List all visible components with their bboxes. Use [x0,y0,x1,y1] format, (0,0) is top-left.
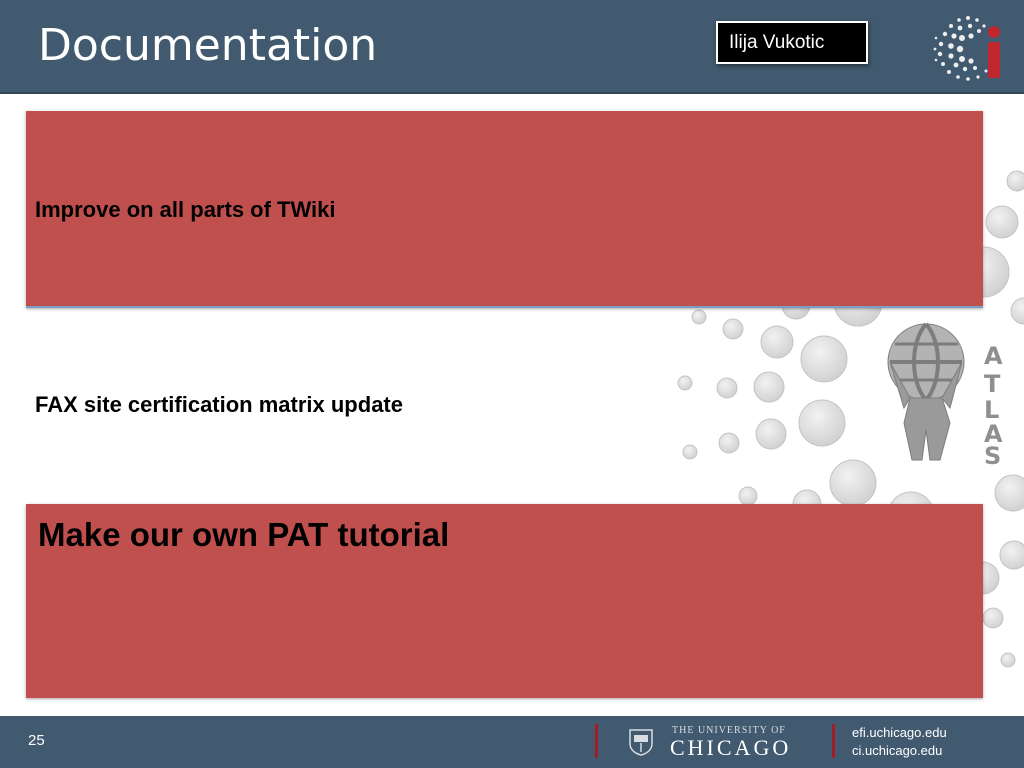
bullet-text: Improve on all parts of TWiki [35,197,336,222]
atlas-letter: A [984,342,1003,370]
slide-footer: 25 THE UNIVERSITY OF CHICAGO efi.uchicag… [0,716,1024,768]
atlas-letter: T [984,370,1001,398]
footer-separator [832,724,835,758]
footer-separator [595,724,598,758]
efi-link[interactable]: efi.uchicago.edu [852,725,947,740]
page-number: 25 [28,732,45,749]
bullet-text: FAX site certification matrix update [35,392,403,417]
university-crest-icon [629,729,653,756]
ci-link[interactable]: ci.uchicago.edu [852,743,942,758]
university-name: CHICAGO [670,735,792,760]
atlas-logo: A T L A S [887,322,1003,468]
atlas-letter: S [984,442,1001,468]
bullet-text: Make our own PAT tutorial [38,516,450,553]
